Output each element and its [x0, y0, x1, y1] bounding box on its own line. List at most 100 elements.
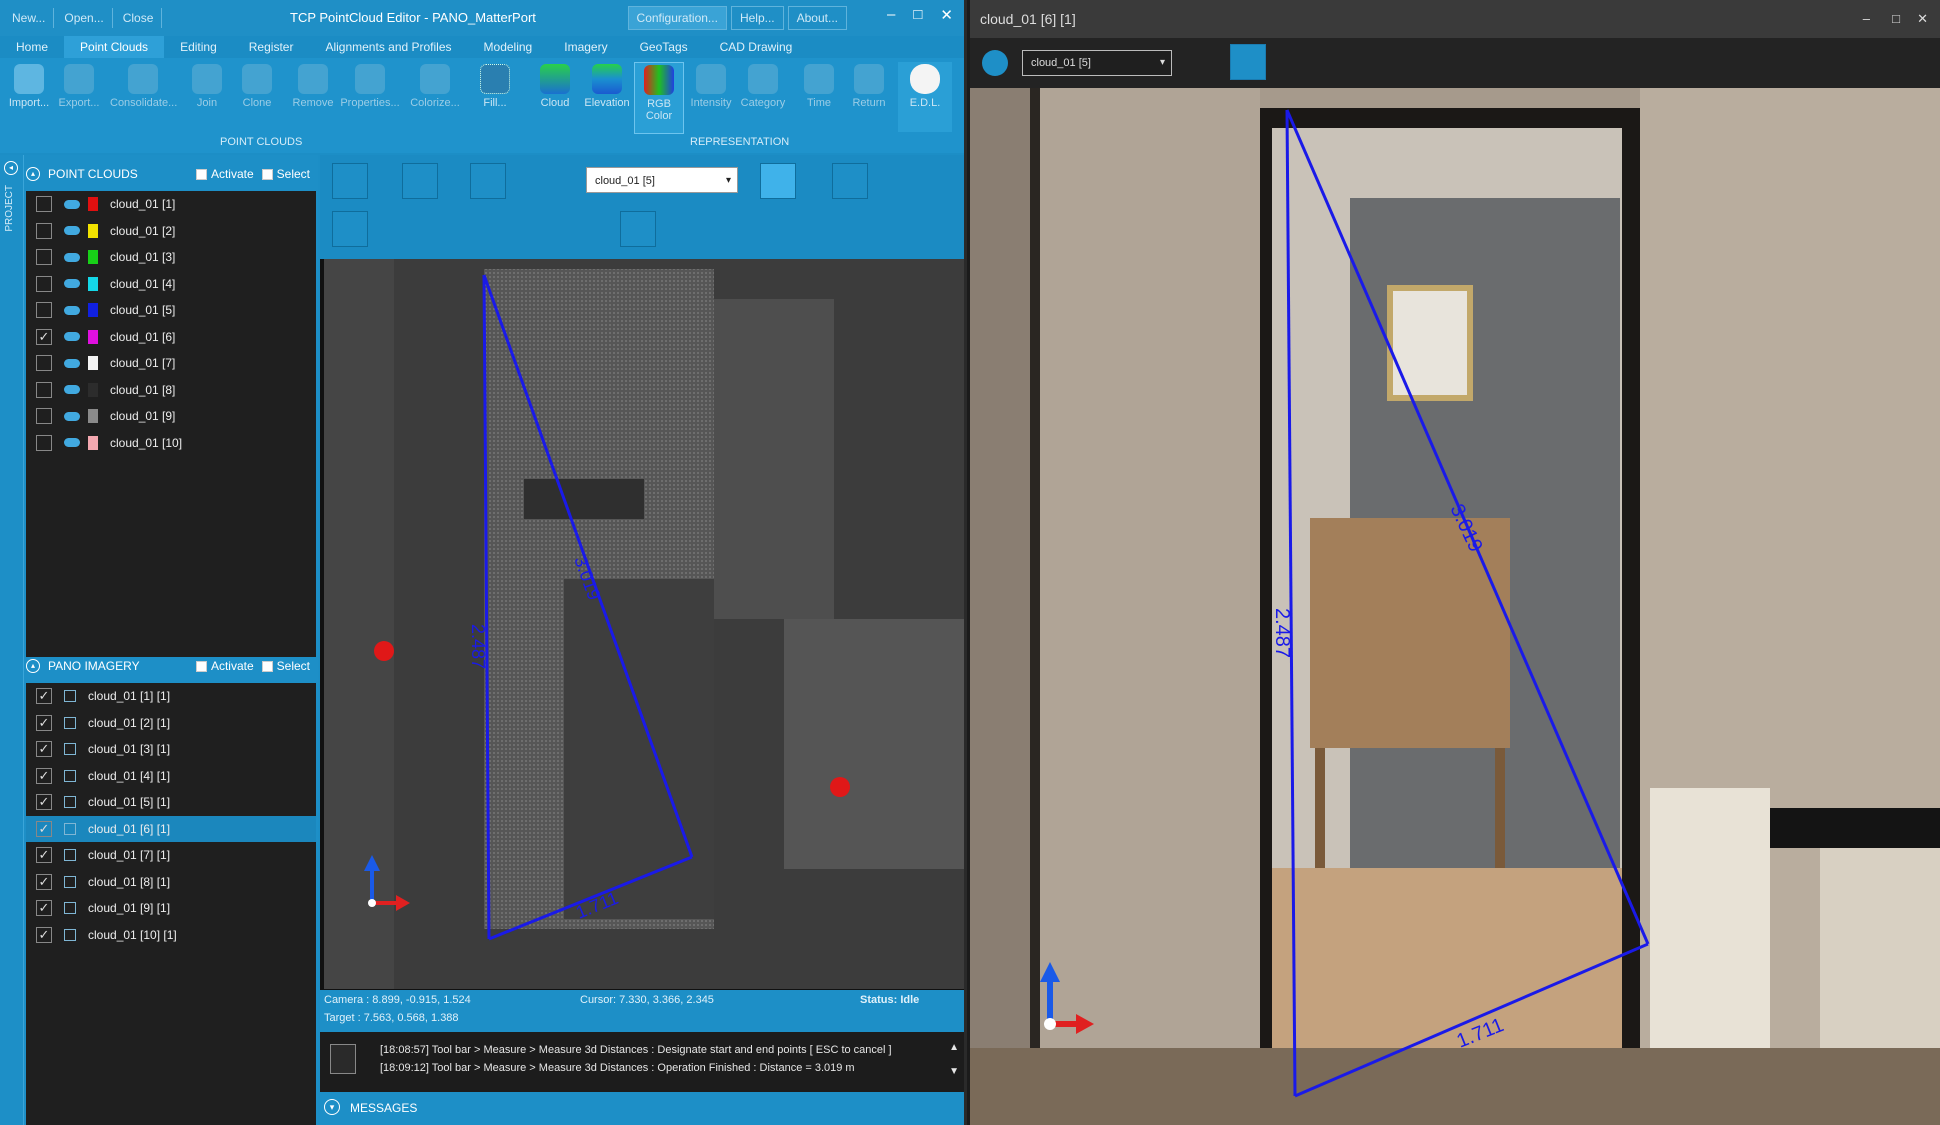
- color-swatch[interactable]: [88, 303, 98, 318]
- color-swatch[interactable]: [88, 329, 98, 344]
- elevation-button[interactable]: Elevation: [582, 62, 632, 122]
- activate-checkbox[interactable]: [195, 168, 207, 180]
- plane-2-icon[interactable]: [1448, 44, 1484, 80]
- pano-row[interactable]: ✓ cloud_01 [2] [1]: [26, 710, 316, 737]
- disconnect-points-icon[interactable]: [1622, 44, 1658, 80]
- collapse-pano-icon[interactable]: ▴: [26, 659, 40, 673]
- rgb-color-button[interactable]: RGB Color: [634, 62, 684, 134]
- minimize-icon[interactable]: –: [887, 6, 895, 24]
- configuration-button[interactable]: Configuration...: [627, 6, 727, 30]
- import-button[interactable]: Import...: [4, 62, 54, 122]
- color-swatch[interactable]: [88, 382, 98, 397]
- color-swatch[interactable]: [88, 356, 98, 371]
- pano-row[interactable]: ✓ cloud_01 [4] [1]: [26, 763, 316, 790]
- cloud-layer-icon[interactable]: [982, 50, 1008, 76]
- row-checkbox[interactable]: [36, 434, 52, 451]
- point-cloud-row[interactable]: cloud_01 [8]: [26, 377, 316, 404]
- pano-marker-2[interactable]: [830, 777, 850, 797]
- tab-editing[interactable]: Editing: [164, 36, 233, 58]
- plane-3-icon[interactable]: [1486, 44, 1522, 80]
- scroll-down-icon[interactable]: ▼: [949, 1066, 959, 1077]
- maximize-icon[interactable]: □: [913, 6, 922, 24]
- colorize-button[interactable]: Colorize...: [410, 62, 460, 122]
- row-checkbox[interactable]: ✓: [36, 926, 52, 943]
- layers-icon[interactable]: [904, 163, 940, 199]
- open-button[interactable]: Open...: [56, 8, 113, 28]
- join-button[interactable]: Join: [182, 62, 232, 122]
- pano-row[interactable]: ✓ cloud_01 [6] [1]: [26, 815, 316, 842]
- row-checkbox[interactable]: [36, 249, 52, 266]
- cloud-combo[interactable]: cloud_01 [5]: [586, 167, 738, 194]
- delete-plane-icon[interactable]: [1524, 44, 1560, 80]
- row-checkbox[interactable]: [36, 381, 52, 398]
- row-checkbox[interactable]: ✓: [36, 328, 52, 345]
- export-button[interactable]: Export...: [54, 62, 104, 122]
- point-cloud-row[interactable]: cloud_01 [2]: [26, 218, 316, 245]
- row-checkbox[interactable]: [36, 302, 52, 319]
- properties-button[interactable]: Properties...: [340, 62, 400, 122]
- cloud-layer-icon[interactable]: [540, 163, 576, 199]
- messages-icon[interactable]: [330, 1044, 356, 1074]
- select-checkbox[interactable]: [261, 168, 273, 180]
- row-checkbox[interactable]: [36, 275, 52, 292]
- pano-row[interactable]: ✓ cloud_01 [5] [1]: [26, 789, 316, 816]
- section-icon[interactable]: [832, 163, 868, 199]
- collapse-icon[interactable]: ◂: [4, 161, 18, 175]
- close-icon[interactable]: ✕: [940, 6, 953, 24]
- point-select-icon[interactable]: [1230, 44, 1266, 80]
- row-checkbox[interactable]: [36, 408, 52, 425]
- tab-cad-drawing[interactable]: CAD Drawing: [704, 36, 809, 58]
- cloud-button[interactable]: Cloud: [530, 62, 580, 122]
- row-checkbox[interactable]: ✓: [36, 794, 52, 811]
- return-button[interactable]: Return: [844, 62, 894, 122]
- add-measure-icon[interactable]: [1182, 44, 1218, 80]
- row-checkbox[interactable]: ✓: [36, 741, 52, 758]
- view-cube-icon[interactable]: [470, 163, 506, 199]
- row-checkbox[interactable]: [36, 196, 52, 213]
- color-measure-icon[interactable]: [524, 211, 560, 247]
- pano-marker-1[interactable]: [374, 641, 394, 661]
- project-tab-label[interactable]: PROJECT: [4, 185, 15, 232]
- pano-maximize-icon[interactable]: □: [1892, 0, 1900, 38]
- color-swatch[interactable]: [88, 435, 98, 450]
- intensity-button[interactable]: Intensity: [686, 62, 736, 122]
- tab-modeling[interactable]: Modeling: [468, 36, 549, 58]
- point-mode-icon[interactable]: [760, 163, 796, 199]
- row-checkbox[interactable]: ✓: [36, 820, 52, 837]
- tab-imagery[interactable]: Imagery: [548, 36, 623, 58]
- select-box-icon[interactable]: [332, 163, 368, 199]
- help-button[interactable]: Help...: [730, 6, 784, 30]
- new-button[interactable]: New...: [4, 8, 55, 28]
- color-swatch[interactable]: [88, 276, 98, 291]
- row-checkbox[interactable]: [36, 355, 52, 372]
- time-button[interactable]: Time: [794, 62, 844, 122]
- category-button[interactable]: Category: [738, 62, 788, 122]
- plane-1-icon[interactable]: [1410, 44, 1446, 80]
- edl-button[interactable]: E.D.L.: [898, 62, 952, 132]
- color-swatch[interactable]: [88, 223, 98, 238]
- color-swatch[interactable]: [88, 409, 98, 424]
- point-cloud-row[interactable]: cloud_01 [10]: [26, 430, 316, 457]
- clone-button[interactable]: Clone: [232, 62, 282, 122]
- about-button[interactable]: About...: [787, 6, 847, 30]
- consolidate-button[interactable]: Consolidate...: [110, 62, 177, 122]
- point-cloud-row[interactable]: cloud_01 [3]: [26, 244, 316, 271]
- pano-row[interactable]: ✓ cloud_01 [10] [1]: [26, 922, 316, 949]
- connect-points-icon[interactable]: [1584, 44, 1620, 80]
- row-checkbox[interactable]: ✓: [36, 847, 52, 864]
- tab-point-clouds[interactable]: Point Clouds: [64, 36, 165, 58]
- pano-row[interactable]: ✓ cloud_01 [8] [1]: [26, 869, 316, 896]
- measure-3d-icon[interactable]: [436, 211, 472, 247]
- close-button[interactable]: Close: [115, 8, 163, 28]
- color-swatch[interactable]: [88, 250, 98, 265]
- scroll-up-icon[interactable]: ▲: [949, 1042, 959, 1053]
- point-cloud-row[interactable]: ✓ cloud_01 [6]: [26, 324, 316, 351]
- measure-height-icon[interactable]: [1308, 44, 1344, 80]
- pano-cloud-combo[interactable]: cloud_01 [5]: [1022, 50, 1172, 76]
- expand-messages-icon[interactable]: ▾: [324, 1099, 340, 1115]
- tab-geotags[interactable]: GeoTags: [624, 36, 704, 58]
- pano-row[interactable]: ✓ cloud_01 [9] [1]: [26, 895, 316, 922]
- measure-line-icon[interactable]: [1270, 44, 1306, 80]
- row-checkbox[interactable]: ✓: [36, 873, 52, 890]
- pano-close-icon[interactable]: ✕: [1917, 0, 1928, 38]
